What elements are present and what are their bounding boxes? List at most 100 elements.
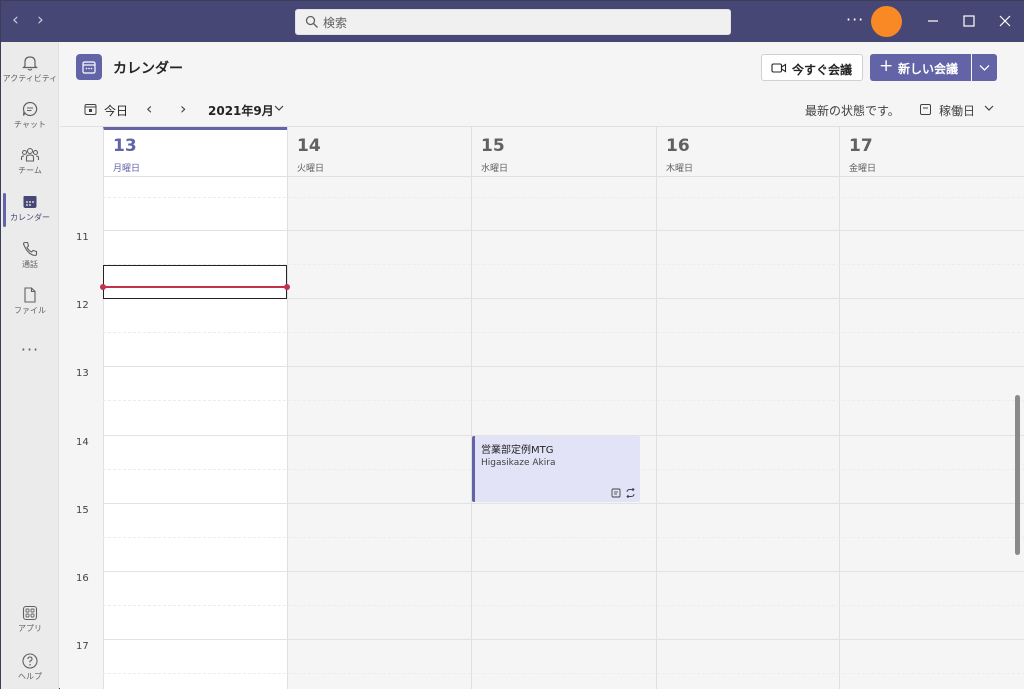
hour-label: 11 [76, 232, 89, 243]
new-meeting-label: 新しい会議 [898, 62, 959, 76]
event-organizer: Higasikaze Akira [481, 458, 556, 468]
page-title: カレンダー [113, 61, 183, 77]
calendar-toolbar: 今日 ‹ › 2021年9月 最新の状態です。 稼働日 [60, 92, 1024, 127]
hour-line [103, 230, 1024, 231]
maximize-icon[interactable] [959, 11, 979, 31]
rail-item-teams[interactable]: チーム [1, 140, 59, 186]
day-header[interactable]: 17 金曜日 [839, 127, 1024, 177]
rail-label: 通話 [22, 260, 38, 269]
vertical-scrollbar[interactable] [1015, 395, 1020, 555]
day-column[interactable] [287, 177, 471, 689]
help-icon [22, 653, 38, 669]
rail-item-apps[interactable]: アプリ [1, 604, 59, 634]
plus-icon: + [879, 56, 894, 76]
video-camera-icon [771, 63, 787, 73]
rail-label: ヘルプ [18, 672, 42, 681]
day-name: 金曜日 [849, 164, 877, 174]
day-header[interactable]: 15 水曜日 [471, 127, 656, 177]
calendar-grid: 11 12 13 14 15 16 17 13 月曜日 14 火曜日 15 水曜… [60, 127, 1024, 689]
apps-icon [22, 605, 38, 621]
calendar-header: カレンダー 今すぐ会議 + 新しい会議 [60, 42, 1024, 92]
new-meeting-button[interactable]: + 新しい会議 [870, 54, 971, 81]
chevron-down-icon[interactable] [983, 102, 995, 114]
hour-label: 16 [76, 573, 89, 584]
search-placeholder: 検索 [323, 16, 348, 30]
month-selector[interactable]: 2021年9月 [208, 102, 274, 119]
back-arrow-icon[interactable]: ‹ [12, 12, 19, 29]
half-hour-line [103, 332, 1024, 333]
meet-now-button[interactable]: 今すぐ会議 [761, 54, 863, 81]
hour-line [103, 366, 1024, 367]
current-time-dot [100, 284, 106, 290]
file-icon [24, 287, 36, 303]
rail-item-chat[interactable]: チャット [1, 94, 59, 140]
hour-label: 14 [76, 437, 89, 448]
calendar-event[interactable]: 営業部定例MTG Higasikaze Akira [472, 436, 640, 502]
day-column[interactable] [839, 177, 1024, 689]
day-number: 17 [849, 136, 873, 156]
rail-item-calls[interactable]: 通話 [1, 234, 59, 280]
current-time-dot [284, 284, 290, 290]
half-hour-line [103, 673, 1024, 674]
today-button[interactable]: 今日 [104, 102, 128, 119]
chevron-down-icon [979, 65, 990, 71]
search-input[interactable]: 検索 [295, 9, 731, 35]
selected-time-slot[interactable] [103, 265, 287, 299]
chat-icon [22, 101, 38, 117]
teams-icon [20, 147, 40, 162]
today-icon [84, 104, 97, 115]
search-icon [305, 15, 318, 28]
rail-label: チーム [18, 166, 42, 175]
title-bar: ‹ › 検索 ··· [1, 1, 1024, 42]
close-icon[interactable] [995, 11, 1015, 31]
hour-label: 17 [76, 641, 89, 652]
rail-item-activity[interactable]: アクティビティ [1, 48, 59, 94]
day-number: 15 [481, 136, 505, 156]
calendar-app-icon [76, 54, 102, 80]
more-options-button[interactable]: ··· [846, 10, 864, 29]
day-header[interactable]: 14 火曜日 [287, 127, 471, 177]
half-hour-line [103, 537, 1024, 538]
half-hour-line [103, 605, 1024, 606]
current-time-line [102, 286, 288, 288]
half-hour-line [103, 197, 1024, 198]
day-name: 木曜日 [666, 164, 694, 174]
phone-icon [22, 241, 38, 257]
view-selector[interactable]: 稼働日 [939, 102, 975, 119]
hour-label: 15 [76, 505, 89, 516]
view-icon [920, 104, 931, 115]
rail-label: カレンダー [10, 213, 50, 222]
day-header-today[interactable]: 13 月曜日 [103, 127, 287, 177]
day-column[interactable] [103, 177, 287, 689]
chevron-down-icon[interactable] [273, 102, 285, 114]
hour-line [103, 639, 1024, 640]
rail-item-help[interactable]: ヘルプ [1, 652, 59, 682]
day-number: 14 [297, 136, 321, 156]
rail-item-calendar[interactable]: カレンダー [1, 187, 59, 233]
notes-icon [611, 488, 621, 498]
rail-label: アクティビティ [2, 74, 58, 83]
day-number: 13 [113, 136, 137, 156]
avatar[interactable] [871, 6, 902, 37]
sync-status-text: 最新の状態です。 [805, 104, 900, 118]
forward-arrow-icon[interactable]: › [37, 12, 44, 29]
hour-line [103, 503, 1024, 504]
new-meeting-dropdown-button[interactable] [972, 54, 997, 81]
next-week-button[interactable]: › [180, 99, 186, 118]
event-title: 営業部定例MTG [481, 445, 554, 456]
minimize-icon[interactable] [923, 11, 943, 31]
meet-now-label: 今すぐ会議 [792, 63, 853, 77]
day-name: 月曜日 [113, 164, 141, 174]
previous-week-button[interactable]: ‹ [146, 99, 152, 118]
day-number: 16 [666, 136, 690, 156]
day-column[interactable] [471, 177, 656, 689]
app-rail: アクティビティ チャット チーム カレンダー 通話 ファイル ··· アプリ ヘ… [1, 42, 59, 689]
day-column[interactable] [656, 177, 839, 689]
more-apps-button[interactable]: ··· [1, 340, 59, 359]
calendar-icon [23, 196, 37, 208]
day-name: 火曜日 [297, 164, 325, 174]
day-header[interactable]: 16 木曜日 [656, 127, 839, 177]
recurring-icon [626, 488, 635, 498]
hour-label: 12 [76, 300, 89, 311]
rail-item-files[interactable]: ファイル [1, 280, 59, 326]
